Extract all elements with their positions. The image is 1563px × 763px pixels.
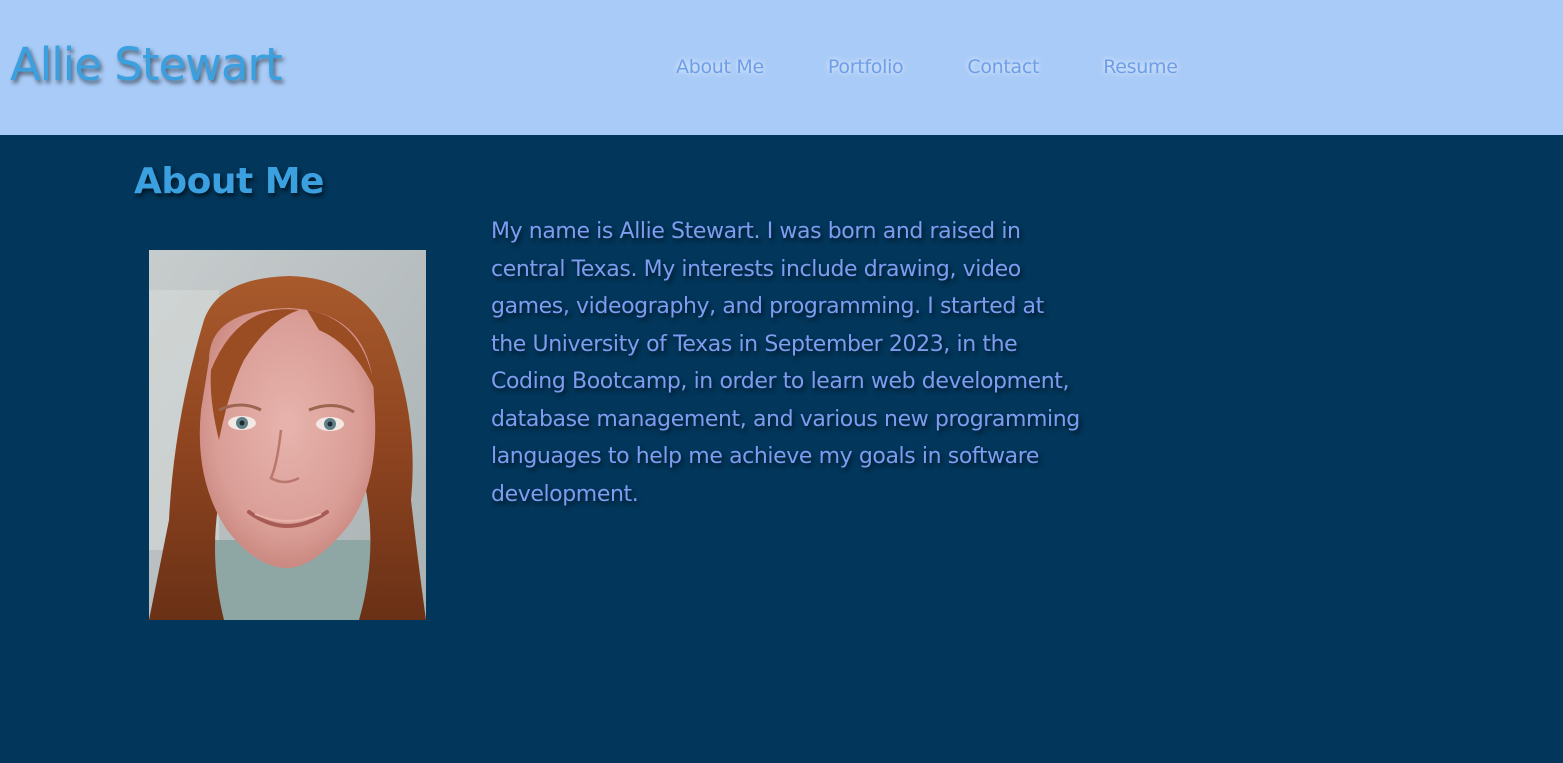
profile-photo [149, 250, 426, 620]
bio-paragraph: My name is Allie Stewart. I was born and… [491, 219, 1080, 507]
nav-link-resume[interactable]: Resume [1103, 56, 1178, 78]
about-heading: About Me [134, 161, 324, 202]
main-content: About Me My name is Allie Stewart. I was… [0, 135, 1563, 763]
nav-link-portfolio[interactable]: Portfolio [828, 56, 904, 78]
site-header: Allie Stewart About Me Portfolio Contact… [0, 0, 1563, 135]
site-title: Allie Stewart [10, 38, 283, 91]
main-nav: About Me Portfolio Contact Resume [676, 56, 1178, 78]
nav-link-contact[interactable]: Contact [967, 56, 1039, 78]
nav-link-about-me[interactable]: About Me [676, 56, 764, 78]
